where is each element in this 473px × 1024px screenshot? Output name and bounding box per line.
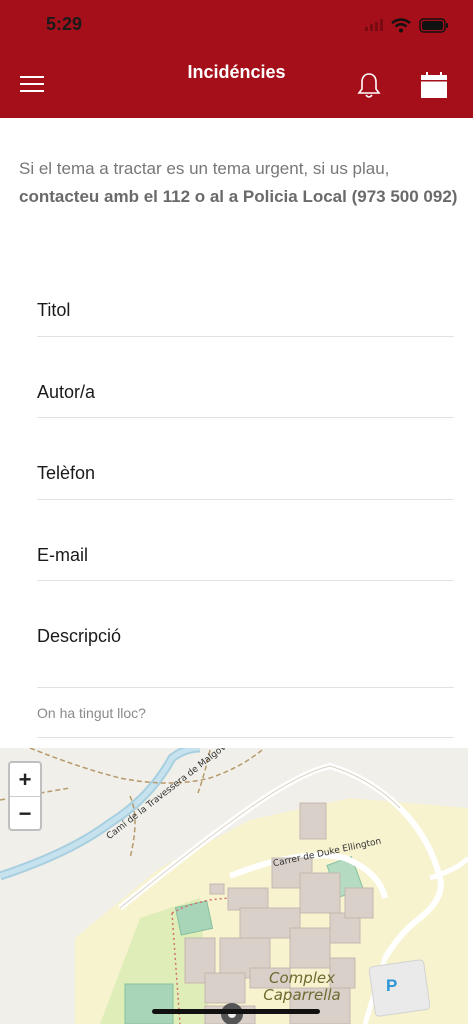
parking-icon: P — [386, 976, 398, 995]
bell-icon[interactable] — [357, 72, 381, 100]
author-field[interactable]: Autor/a — [37, 372, 454, 418]
title-field[interactable]: Titol — [37, 290, 454, 337]
zoom-in-button[interactable]: + — [10, 763, 40, 796]
battery-icon — [419, 17, 448, 33]
email-field-label: E-mail — [37, 545, 89, 565]
place-label-line: Caparrella — [263, 986, 341, 1004]
map-tiles — [0, 748, 468, 1024]
phone-field[interactable]: Telèfon — [37, 453, 454, 500]
description-field-label: Descripció — [37, 626, 122, 646]
location-map[interactable]: Camí de la Travessera de Malgovern a la … — [0, 748, 468, 1024]
app-header: 5:29 Incidéncies — [0, 0, 473, 118]
signal-icon — [365, 19, 383, 31]
title-field-label: Titol — [37, 300, 71, 320]
page-title: Incidéncies — [187, 62, 286, 82]
status-time: 5:29 — [46, 14, 83, 34]
phone-field-label: Telèfon — [37, 463, 96, 483]
location-field[interactable]: On ha tingut lloc? — [37, 700, 454, 738]
zoom-out-button[interactable]: − — [10, 796, 40, 830]
urgent-notice: Si el tema a tractar es un tema urgent, … — [19, 155, 459, 211]
urgent-notice-contact: contacteu amb el 112 o al a Policia Loca… — [19, 187, 458, 206]
calendar-icon[interactable] — [421, 72, 447, 98]
author-field-label: Autor/a — [37, 382, 96, 402]
place-label: Complex Caparrella — [262, 970, 342, 1004]
status-icons — [365, 14, 449, 36]
urgent-notice-text: Si el tema a tractar es un tema urgent, … — [19, 159, 390, 178]
place-label-line: Complex — [268, 969, 336, 987]
home-indicator[interactable] — [152, 1009, 320, 1014]
wifi-icon — [391, 17, 411, 32]
email-field[interactable]: E-mail — [37, 535, 454, 581]
map-zoom-controls: + − — [8, 761, 42, 831]
location-field-label: On ha tingut lloc? — [37, 705, 146, 721]
description-field[interactable]: Descripció — [37, 616, 454, 688]
